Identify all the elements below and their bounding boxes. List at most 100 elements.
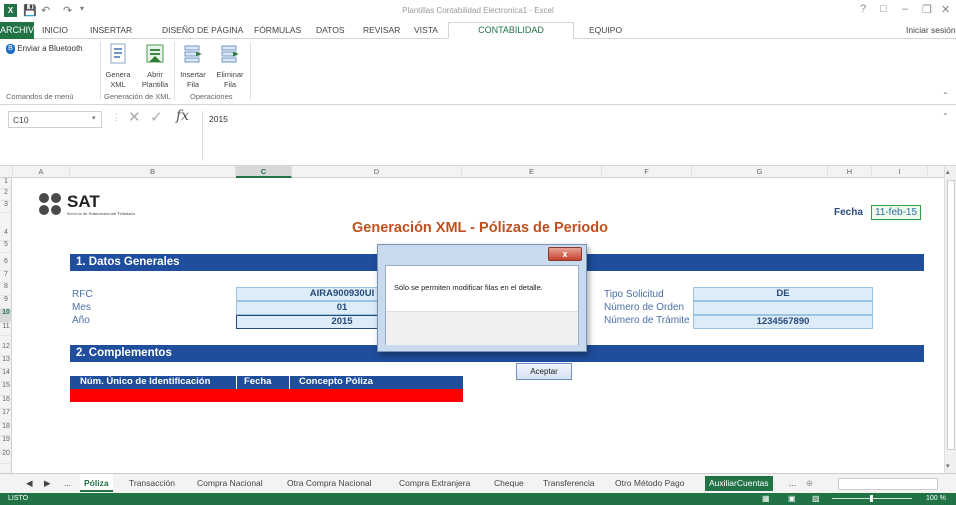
- row-header[interactable]: 15: [0, 382, 12, 396]
- tab-archivo[interactable]: ARCHIVO: [0, 22, 41, 39]
- tab-equipo[interactable]: EQUIPO: [589, 25, 622, 35]
- prev-sheet-icon[interactable]: ◀: [22, 476, 37, 491]
- column-header-d[interactable]: D: [292, 166, 462, 178]
- sheet-tab-cheque[interactable]: Cheque: [490, 476, 528, 491]
- eliminar-fila-label2: Fila: [223, 80, 237, 89]
- close-button[interactable]: ✕: [941, 3, 950, 16]
- row-header[interactable]: 6: [0, 253, 12, 271]
- more-sheets-right[interactable]: ...: [785, 476, 800, 491]
- minimize-button[interactable]: –: [902, 3, 908, 15]
- window-title: Plantillas Contabilidad Electronica1 - E…: [402, 6, 554, 15]
- abrir-plantilla-button[interactable]: Abrir Plantilla: [137, 43, 173, 90]
- row-header[interactable]: 10: [0, 309, 12, 323]
- sheet-tab-auxiliar-cuentas[interactable]: AuxiliarCuentas: [705, 476, 773, 491]
- row-header[interactable]: 11: [0, 323, 12, 336]
- numero-tramite-value[interactable]: 1234567890: [693, 315, 873, 329]
- row-header[interactable]: 9: [0, 296, 12, 309]
- bluetooth-button[interactable]: B Enviar a Bluetooth: [6, 44, 83, 54]
- column-header-b[interactable]: B: [70, 166, 236, 178]
- scroll-up-icon[interactable]: ▴: [946, 168, 950, 176]
- zoom-level[interactable]: 100 %: [926, 495, 946, 502]
- enter-icon[interactable]: ✓: [150, 108, 163, 126]
- tab-revisar[interactable]: REVISAR: [363, 25, 400, 35]
- page-layout-view-icon[interactable]: ▣: [788, 494, 796, 503]
- page-break-view-icon[interactable]: ▧: [812, 494, 820, 503]
- tab-vista[interactable]: VISTA: [414, 25, 438, 35]
- insert-function-icon[interactable]: fx: [176, 108, 189, 124]
- tipo-solicitud-value[interactable]: DE: [693, 287, 873, 301]
- status-bar: LISTO ▦ ▣ ▧ 100 %: [0, 493, 956, 505]
- sheet-tab-otra-compra-nacional[interactable]: Otra Compra Nacional: [283, 476, 376, 491]
- cancel-icon[interactable]: ✕: [128, 108, 141, 126]
- column-header-i[interactable]: I: [872, 166, 928, 178]
- scroll-thumb[interactable]: [947, 180, 955, 450]
- column-header-a[interactable]: A: [13, 166, 70, 178]
- group-label-comandos: Comandos de menú: [6, 92, 74, 101]
- col-header-fecha: Fecha: [244, 376, 272, 387]
- row-header[interactable]: 4: [0, 213, 12, 241]
- row-header[interactable]: 16: [0, 396, 12, 409]
- normal-view-icon[interactable]: ▦: [762, 494, 770, 503]
- column-header-c[interactable]: C: [236, 166, 292, 178]
- row-header[interactable]: 17: [0, 409, 12, 423]
- new-sheet-icon[interactable]: ⊕: [802, 476, 817, 491]
- sheet-tab-transferencia[interactable]: Transferencia: [539, 476, 599, 491]
- scroll-down-icon[interactable]: ▾: [946, 462, 950, 470]
- sheet-tab-poliza[interactable]: Póliza: [80, 474, 113, 492]
- sheet-tab-compra-nacional[interactable]: Compra Nacional: [193, 476, 267, 491]
- numero-orden-value[interactable]: [693, 301, 873, 315]
- eliminar-fila-button[interactable]: Eliminar Fila: [213, 43, 247, 90]
- sheet-tab-transaccion[interactable]: Transacción: [125, 476, 179, 491]
- insertar-fila-button[interactable]: Insertar Fila: [177, 43, 209, 90]
- row-header[interactable]: 2: [0, 189, 12, 201]
- ribbon-display-button[interactable]: □: [880, 3, 887, 15]
- help-button[interactable]: ?: [860, 3, 866, 15]
- row-header[interactable]: 18: [0, 423, 12, 436]
- formula-input[interactable]: 2015: [202, 111, 932, 161]
- tab-insertar[interactable]: INSERTAR: [90, 25, 132, 35]
- name-box-dropdown-icon[interactable]: ▾: [92, 114, 96, 122]
- row-header[interactable]: 14: [0, 369, 12, 382]
- row-header[interactable]: 13: [0, 356, 12, 369]
- row-header[interactable]: 7: [0, 271, 12, 283]
- collapse-ribbon-icon[interactable]: ⌃: [942, 91, 949, 100]
- column-header-e[interactable]: E: [462, 166, 602, 178]
- tab-contabilidad-electronica[interactable]: CONTABILIDAD ELECTRÓNICA: [448, 22, 574, 50]
- sign-in-link[interactable]: Iniciar sesión: [906, 25, 956, 35]
- column-headers: A B C D E F G H I: [0, 166, 944, 178]
- next-sheet-icon[interactable]: ▶: [40, 476, 55, 491]
- sheet-tab-otro-metodo-pago[interactable]: Otro Método Pago: [611, 476, 688, 491]
- row-headers: 1 2 3 4 5 6 7 8 9 10 11 12 13 14 15 16 1…: [0, 178, 12, 473]
- message-dialog: x Sólo se permiten modificar filas en el…: [377, 244, 587, 380]
- tab-inicio[interactable]: INICIO: [42, 25, 68, 35]
- row-header[interactable]: 20: [0, 450, 12, 464]
- sheet-tab-compra-extranjera[interactable]: Compra Extranjera: [395, 476, 474, 491]
- complementos-table-row[interactable]: [70, 389, 463, 402]
- maximize-button[interactable]: ❐: [922, 3, 932, 16]
- expand-formula-bar-icon[interactable]: ⌃: [942, 112, 949, 121]
- horizontal-scrollbar[interactable]: [838, 478, 938, 490]
- column-header-g[interactable]: G: [692, 166, 828, 178]
- zoom-slider-thumb[interactable]: [870, 495, 873, 502]
- more-sheets-left[interactable]: ...: [60, 476, 75, 491]
- row-header[interactable]: 19: [0, 436, 12, 450]
- vertical-scrollbar[interactable]: ▴ ▾: [944, 166, 956, 473]
- genera-xml-button[interactable]: Genera XML: [102, 43, 134, 90]
- row-header[interactable]: 8: [0, 283, 12, 296]
- name-box[interactable]: C10: [8, 111, 102, 128]
- aceptar-button[interactable]: Aceptar: [516, 363, 572, 380]
- tab-diseno[interactable]: DISEÑO DE PÁGINA: [162, 25, 243, 35]
- row-header[interactable]: 5: [0, 241, 12, 253]
- fecha-value[interactable]: 11-feb-15: [871, 205, 921, 220]
- row-header[interactable]: 1: [0, 178, 12, 189]
- select-all-corner[interactable]: [0, 166, 13, 178]
- row-header[interactable]: 12: [0, 336, 12, 356]
- dialog-close-button[interactable]: x: [548, 247, 582, 261]
- tab-formulas[interactable]: FÓRMULAS: [254, 25, 301, 35]
- tipo-solicitud-label: Tipo Solicitud: [604, 289, 664, 300]
- formula-bar: C10 ▾ ⋮ ✕ ✓ fx 2015 ⌃: [0, 106, 956, 166]
- tab-datos[interactable]: DATOS: [316, 25, 345, 35]
- column-header-f[interactable]: F: [602, 166, 692, 178]
- row-header[interactable]: 3: [0, 201, 12, 213]
- column-header-h[interactable]: H: [828, 166, 872, 178]
